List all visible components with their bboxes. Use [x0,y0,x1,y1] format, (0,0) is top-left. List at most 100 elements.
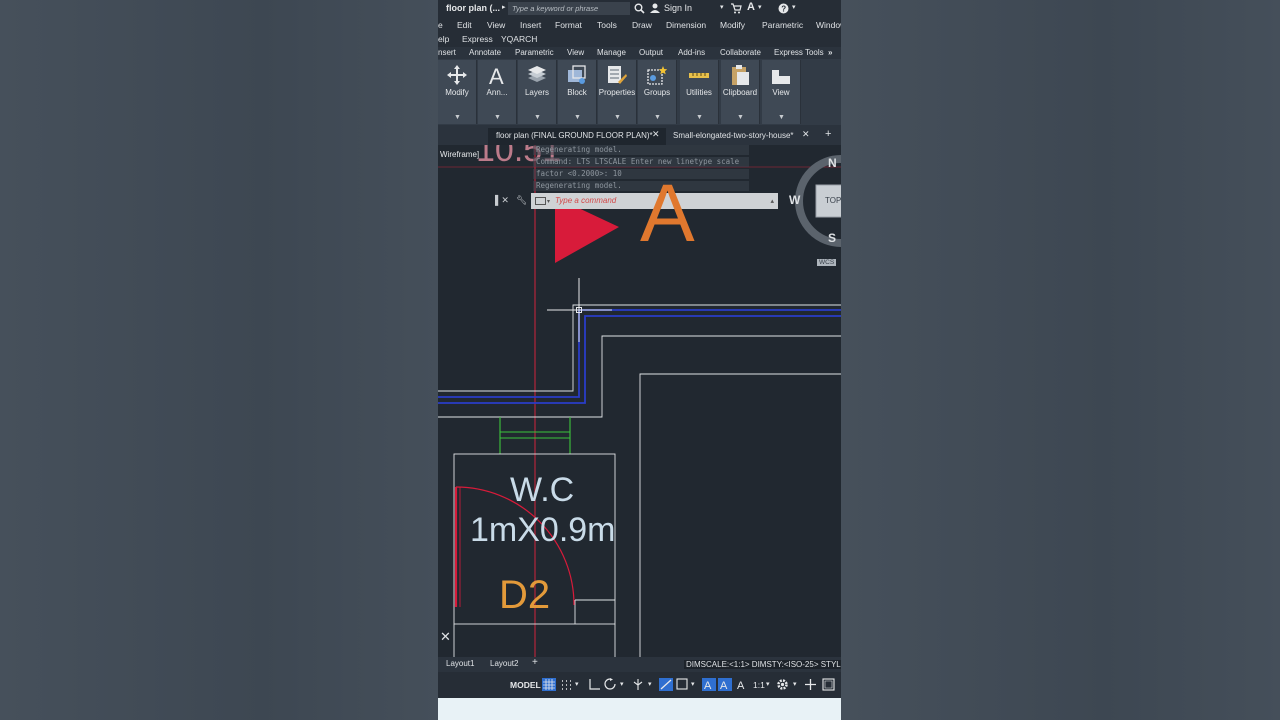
chevron-down-icon[interactable]: ▼ [574,114,581,121]
chevron-down-icon[interactable]: ▼ [696,114,703,121]
menu-item-tools[interactable]: Tools [597,20,617,30]
cart-icon[interactable] [730,3,742,14]
tab-output[interactable]: Output [639,48,663,57]
file-title: floor plan (... [446,3,500,13]
viewcube-face-top[interactable]: TOP [825,196,841,205]
dropdown-arrow-icon[interactable]: ▾ [758,3,762,11]
tab-parametric[interactable]: Parametric [515,48,554,57]
tab-insert[interactable]: nsert [438,48,456,57]
menu-item-format[interactable]: Format [555,20,582,30]
tab-manage[interactable]: Manage [597,48,626,57]
chevron-down-icon[interactable]: ▼ [614,114,621,121]
sign-in-link[interactable]: Sign In [664,3,692,13]
menu-item-window[interactable]: Window [816,20,841,30]
close-command-icon[interactable]: ▌✕ [495,195,509,206]
search-icon[interactable] [634,3,645,14]
panel-modify[interactable]: Modify ▼ [438,60,477,124]
menu-item-draw[interactable]: Draw [632,20,652,30]
isodraft-icon[interactable] [632,678,644,691]
object-snap-tracking-icon[interactable] [659,678,673,691]
dropdown-arrow-icon[interactable]: ▾ [575,680,579,688]
chevron-down-icon[interactable]: ▼ [454,114,461,121]
orange-text-label: A [640,168,695,259]
dropdown-arrow-icon[interactable]: ▾ [792,3,796,11]
drawing-canvas[interactable]: 10.51 Wireframe] Regenerating model. Com… [438,145,841,657]
menu-item-express[interactable]: Express [462,34,493,44]
grid-icon[interactable] [542,678,556,691]
dropdown-arrow-icon[interactable]: ▾ [766,680,770,688]
view-icon [772,70,790,84]
help-icon[interactable]: ? [778,3,789,14]
snap-icon[interactable] [560,679,572,690]
menu-item-view[interactable]: View [487,20,505,30]
plus-icon[interactable] [804,678,817,691]
chevron-down-icon[interactable]: ▼ [534,114,541,121]
file-tab-floor-plan[interactable]: floor plan (FINAL GROUND FLOOR PLAN)* [496,131,653,140]
tab-collaborate[interactable]: Collaborate [720,48,761,57]
annotation-scale-icon[interactable]: A [736,678,748,691]
viewcube[interactable]: N W S TOP WCS [789,155,841,270]
object-snap-icon[interactable] [676,678,688,691]
compass-south[interactable]: S [828,231,836,245]
menu-item-dimension[interactable]: Dimension [666,20,706,30]
panel-label: Modify [445,88,469,97]
add-layout-icon[interactable]: + [532,657,538,668]
clean-screen-icon[interactable] [822,678,835,691]
close-icon[interactable]: ✕ [440,629,451,645]
tab-annotate[interactable]: Annotate [469,48,501,57]
tab-layout1[interactable]: Layout1 [446,659,474,668]
annotation-scale-value[interactable]: 1:1 [753,680,765,690]
menu-item-parametric[interactable]: Parametric [762,20,803,30]
menu-item-yqarch[interactable]: YQARCH [501,34,537,44]
command-dropdown-icon[interactable]: ▴ [770,197,774,205]
dropdown-arrow-icon[interactable]: ▾ [793,680,797,688]
compass-west[interactable]: W [789,193,800,207]
dropdown-arrow-icon[interactable]: ▾ [691,680,695,688]
chevron-down-icon[interactable]: ▼ [654,114,661,121]
autodesk-a360-icon[interactable]: A [747,1,755,13]
chevron-down-icon[interactable]: ▼ [778,114,785,121]
close-icon[interactable]: ✕ [652,129,660,140]
menu-item-modify[interactable]: Modify [720,20,745,30]
gear-icon[interactable] [776,678,789,691]
file-tab-house[interactable]: Small-elongated-two-story-house* [673,131,794,140]
move-icon [447,65,467,85]
menu-item-edit[interactable]: Edit [457,20,472,30]
wcs-menu[interactable]: WCS [817,259,837,266]
annotation-visibility-icon[interactable]: A [702,678,716,691]
panel-block[interactable]: Block ▼ [558,60,597,124]
new-tab-icon[interactable]: + [825,128,831,140]
more-tabs-icon[interactable]: » [828,48,832,57]
model-space-button[interactable]: MODEL [510,680,541,690]
panel-clipboard[interactable]: Clipboard ▼ [721,60,760,124]
compass-north[interactable]: N [828,156,837,170]
tab-add-ins[interactable]: Add-ins [678,48,705,57]
chevron-down-icon[interactable]: ▼ [494,114,501,121]
dropdown-arrow-icon[interactable]: ▾ [648,680,652,688]
command-input[interactable]: Type a command [555,196,616,205]
command-prompt-icon[interactable] [535,197,551,206]
panel-properties[interactable]: Properties ▼ [598,60,637,124]
search-input[interactable]: Type a keyword or phrase [508,2,630,15]
panel-groups[interactable]: Groups ▼ [638,60,677,124]
menu-item-help[interactable]: elp [438,34,449,44]
chevron-down-icon[interactable]: ▼ [737,114,744,121]
tab-express-tools[interactable]: Express Tools [774,48,824,57]
panel-annotation[interactable]: A Ann... ▼ [478,60,517,124]
tab-view[interactable]: View [567,48,584,57]
menu-item-file[interactable]: e [438,20,443,30]
wrench-icon[interactable]: 🔧︎ [516,195,527,206]
dropdown-arrow-icon[interactable]: ▾ [620,680,624,688]
panel-view[interactable]: View ▼ [762,60,801,124]
ortho-icon[interactable] [588,678,600,691]
menu-item-insert[interactable]: Insert [520,20,541,30]
dimension-status-text: DIMSCALE:<1:1> DIMSTY:<ISO-25> STYLE: [684,660,841,669]
dropdown-arrow-icon[interactable]: ▾ [720,3,724,11]
close-icon[interactable]: ✕ [802,129,810,140]
panel-utilities[interactable]: Utilities ▼ [680,60,719,124]
panel-layers[interactable]: Layers ▼ [518,60,557,124]
auto-scale-icon[interactable]: A [718,678,732,691]
tab-layout2[interactable]: Layout2 [490,659,518,668]
viewport-controls-label[interactable]: Wireframe] [440,150,479,159]
polar-tracking-icon[interactable] [604,678,617,691]
